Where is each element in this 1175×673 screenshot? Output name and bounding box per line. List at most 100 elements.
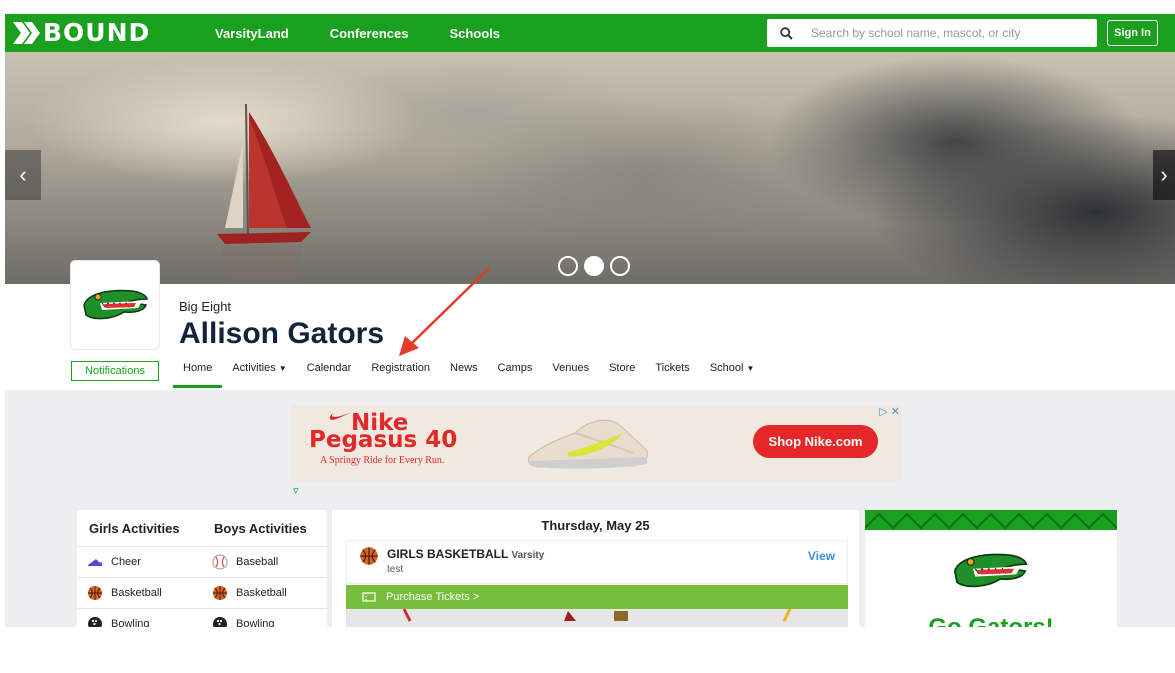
tab-activities-label: Activities <box>232 362 276 374</box>
event-title: GIRLS BASKETBALL Varsity <box>387 547 544 561</box>
boys-activity-bowling[interactable]: Bowling <box>202 616 327 627</box>
purchase-tickets-button[interactable]: Purchase Tickets > <box>346 585 848 609</box>
tab-news[interactable]: News <box>440 360 488 388</box>
bowling-ball-icon <box>87 616 103 627</box>
tab-venues[interactable]: Venues <box>542 360 599 388</box>
girls-activity-bowling[interactable]: Bowling <box>77 616 202 627</box>
tab-school-label: School <box>709 362 744 374</box>
activity-row: Cheer Baseball <box>77 546 327 577</box>
boys-activity-basketball[interactable]: Basketball <box>202 585 327 601</box>
nav-link-conferences[interactable]: Conferences <box>330 26 409 41</box>
nike-ad-banner[interactable]: Nike Pegasus 40 A Springy Ride for Every… <box>291 405 902 481</box>
annotation-arrow <box>399 267 490 356</box>
basketball-icon <box>87 585 103 601</box>
events-date: Thursday, May 25 <box>541 518 650 533</box>
girls-activity-cheer[interactable]: Cheer <box>77 556 202 568</box>
go-gators-slogan: Go Gators! <box>865 614 1117 627</box>
activity-row: Bowling Bowling <box>77 608 327 627</box>
ad-brand-line2: Pegasus 40 <box>309 427 458 453</box>
ad-feedback-icon[interactable]: ▿ <box>293 484 299 497</box>
tab-school[interactable]: School ▼ <box>700 360 765 388</box>
activity-label: Basketball <box>111 587 162 599</box>
girls-activities-header: Girls Activities <box>89 520 180 536</box>
top-nav-bar: BOUND VarsityLand Conferences Schools Si… <box>5 14 1175 52</box>
site-logo[interactable]: BOUND <box>13 20 150 46</box>
tab-venues-label: Venues <box>552 362 590 374</box>
activities-panel: Girls Activities Boys Activities Cheer B… <box>77 510 327 627</box>
school-subnav: Home Activities ▼ Calendar Registration N… <box>173 360 764 390</box>
tab-calendar[interactable]: Calendar <box>297 360 362 388</box>
event-subtitle: test <box>387 564 404 575</box>
tab-home[interactable]: Home <box>173 360 223 388</box>
matchup-graphic <box>346 608 848 627</box>
baseball-icon <box>212 554 228 570</box>
caret-down-icon: ▼ <box>278 364 287 373</box>
purchase-tickets-label: Purchase Tickets > <box>386 591 480 603</box>
logo-chevron-icon <box>13 22 40 44</box>
carousel-dot-1[interactable] <box>558 256 578 276</box>
basketball-icon <box>212 585 228 601</box>
activity-label: Cheer <box>111 556 141 568</box>
chevron-right-icon: › <box>1160 162 1168 187</box>
search-box <box>767 19 1097 47</box>
event-card: GIRLS BASKETBALL Varsity test View <box>346 540 848 584</box>
gators-promo-panel: Go Gators! <box>865 510 1117 627</box>
activity-label: Baseball <box>236 556 279 568</box>
hero-carousel: ‹ › <box>5 52 1175 284</box>
events-panel: Thursday, May 25 GIRLS BASKETBALL Varsit… <box>332 510 859 627</box>
chevron-left-icon: ‹ <box>19 162 27 187</box>
boys-activity-baseball[interactable]: Baseball <box>202 554 327 570</box>
tab-tickets-label: Tickets <box>655 362 690 374</box>
carousel-prev-button[interactable]: ‹ <box>5 150 41 200</box>
boys-activities-header: Boys Activities <box>214 520 307 536</box>
activities-header: Girls Activities Boys Activities <box>77 510 327 546</box>
girls-activity-basketball[interactable]: Basketball <box>77 585 202 601</box>
logo-wordmark: BOUND <box>43 18 151 47</box>
shoe-image <box>528 419 648 469</box>
ad-choices-close-icon[interactable]: ▷ ✕ <box>879 405 900 418</box>
activity-label: Basketball <box>236 587 287 599</box>
event-view-link[interactable]: View <box>808 549 835 563</box>
nike-swoosh-icon <box>329 412 352 420</box>
tab-activities[interactable]: Activities ▼ <box>222 360 296 388</box>
ad-tagline: A Springy Ride for Every Run. <box>320 455 445 466</box>
tab-home-label: Home <box>183 362 213 374</box>
team-logos-image <box>402 608 792 622</box>
nav-link-schools[interactable]: Schools <box>449 26 500 41</box>
bowling-ball-icon <box>212 616 228 627</box>
caret-down-icon: ▼ <box>746 364 755 373</box>
basketball-icon <box>360 547 378 565</box>
event-level: Varsity <box>511 550 545 561</box>
school-logo[interactable] <box>71 261 159 349</box>
event-sport: GIRLS BASKETBALL <box>387 547 509 561</box>
shop-nike-button[interactable]: Shop Nike.com <box>753 425 878 458</box>
tab-registration[interactable]: Registration <box>361 360 440 388</box>
conference-label[interactable]: Big Eight <box>179 299 231 314</box>
tab-tickets[interactable]: Tickets <box>645 360 699 388</box>
school-header: Big Eight Allison Gators Notifications H… <box>5 261 1175 390</box>
carousel-dot-3[interactable] <box>610 256 630 276</box>
ticket-icon <box>362 592 376 602</box>
tab-camps[interactable]: Camps <box>488 360 543 388</box>
tab-store-label: Store <box>609 362 636 374</box>
notifications-button[interactable]: Notifications <box>71 361 159 381</box>
tab-store[interactable]: Store <box>599 360 645 388</box>
zigzag-banner <box>865 510 1117 530</box>
search-input[interactable] <box>811 26 1081 40</box>
gator-logo-icon <box>953 553 1028 588</box>
activity-row: Basketball Basketball <box>77 577 327 608</box>
activity-label: Bowling <box>111 618 150 627</box>
carousel-dot-2[interactable] <box>584 256 604 276</box>
activity-label: Bowling <box>236 618 275 627</box>
carousel-indicators <box>558 256 630 276</box>
tab-calendar-label: Calendar <box>306 362 352 374</box>
carousel-next-button[interactable]: › <box>1153 150 1175 200</box>
nav-link-varsityland[interactable]: VarsityLand <box>215 26 289 41</box>
main-nav: VarsityLand Conferences Schools <box>215 14 541 52</box>
sailboat-image <box>217 103 311 284</box>
cheer-shoe-icon <box>87 557 103 567</box>
school-name: Allison Gators <box>179 317 385 350</box>
browser-viewport: BOUND VarsityLand Conferences Schools Si… <box>5 14 1175 627</box>
gator-logo-icon <box>83 289 148 320</box>
sign-in-button[interactable]: Sign In <box>1107 20 1158 46</box>
